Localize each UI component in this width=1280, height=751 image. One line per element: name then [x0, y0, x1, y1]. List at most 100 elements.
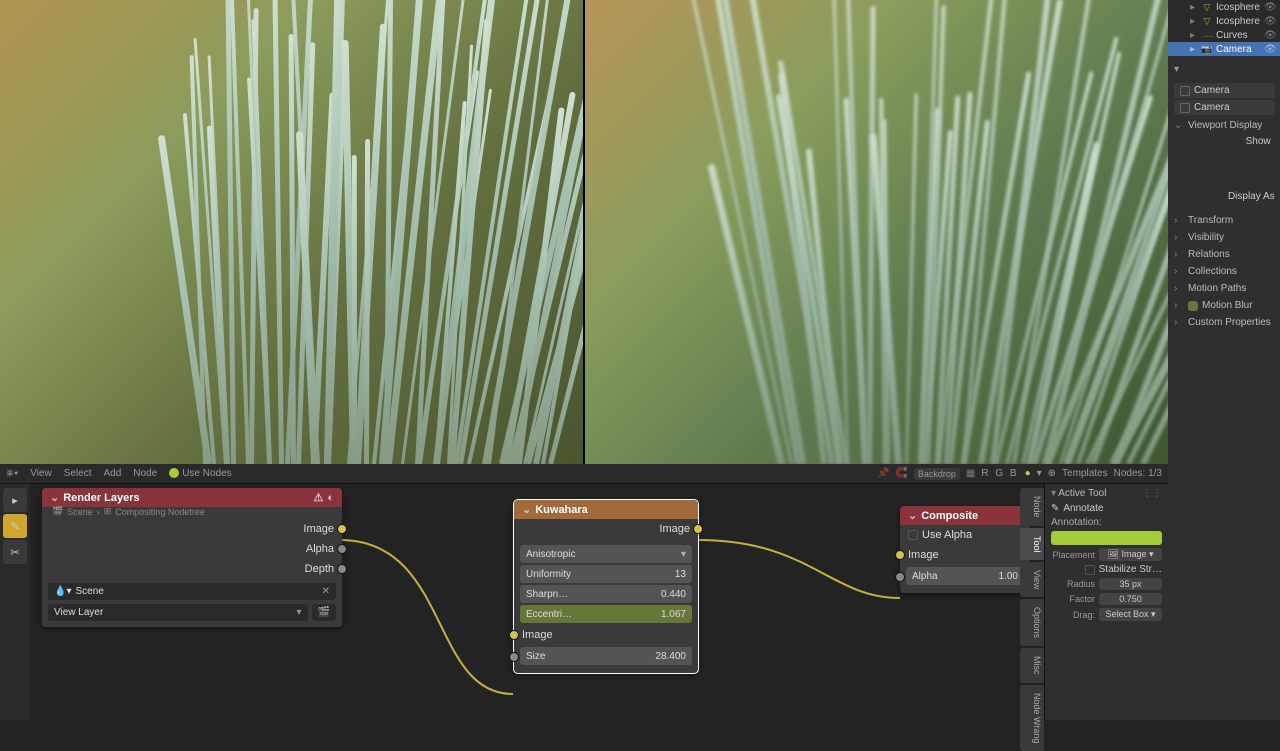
snap-icon[interactable]: 🧲 [895, 468, 907, 479]
use-alpha[interactable]: Use Alpha [900, 525, 1030, 545]
preview-icon[interactable]: ◐ [327, 492, 334, 504]
warning-icon[interactable]: ⚠ [313, 491, 323, 504]
factor-field[interactable]: 0.750 [1099, 593, 1162, 605]
menu-icon[interactable]: ⋮⋮ [1142, 488, 1162, 499]
scissors-icon: ✂ [10, 546, 19, 559]
chevron-down-icon: ⌄ [522, 503, 531, 516]
kuwahara-uniformity[interactable]: Uniformity13 [520, 565, 692, 583]
kuwahara-size[interactable]: Size28.400 [520, 647, 692, 665]
scene-icon: 🎬 [52, 506, 63, 517]
outliner-item[interactable]: ▸᠁Curves👁 [1168, 28, 1280, 42]
tab-misc[interactable]: Misc [1020, 648, 1044, 683]
stabilize-checkbox[interactable] [1085, 565, 1095, 575]
mesh-icon: ▽ [1202, 16, 1212, 26]
mesh-icon: ▽ [1202, 2, 1212, 12]
drag-label: Drag: [1051, 610, 1095, 620]
outliner[interactable]: ▸▽Icosphere👁 ▸▽Icosphere👁 ▸᠁Curves👁 ▸📷Ca… [1168, 0, 1280, 56]
node-composite[interactable]: ⌄ Composite Use Alpha Image Alpha1.00 [900, 506, 1030, 593]
panel-header[interactable]: Active Tool [1058, 488, 1106, 499]
node-header[interactable]: ⌄ Composite [900, 506, 1030, 525]
kuwahara-eccentricity[interactable]: Eccentri…1.067 [520, 605, 692, 623]
outliner-item[interactable]: ▸▽Icosphere👁 [1168, 14, 1280, 28]
camera-datablock-2[interactable]: Camera [1174, 100, 1275, 115]
tab-node[interactable]: Node [1020, 488, 1044, 526]
compositor-icon[interactable]: ⎈▾ [6, 468, 18, 479]
cursor-icon: ▸ [12, 494, 18, 507]
eye-icon[interactable]: 👁 [1264, 44, 1277, 55]
kuwahara-sharpness[interactable]: Sharpn…0.440 [520, 585, 692, 603]
section-visibility[interactable]: ›Visibility [1174, 229, 1275, 246]
viewport-right[interactable] [585, 0, 1168, 464]
properties-panel: ▾ Camera Camera ⌄Viewport Display Show D… [1168, 56, 1280, 720]
node-render-layers[interactable]: ⌄ Render Layers ⚠ ◐ 🎬 Scene › ⊞ Composit… [42, 488, 342, 627]
viewport-split [0, 0, 1168, 464]
node-canvas[interactable]: ⌄ Render Layers ⚠ ◐ 🎬 Scene › ⊞ Composit… [30, 484, 1168, 720]
scene-selector[interactable]: 💧▾ Scene ✕ [48, 583, 336, 600]
menu-node[interactable]: Node [133, 468, 157, 479]
curves-icon: ᠁ [1202, 30, 1212, 40]
pencil-icon: ✎ [1051, 503, 1059, 514]
menu-add[interactable]: Add [104, 468, 122, 479]
outliner-item[interactable]: ▸▽Icosphere👁 [1168, 0, 1280, 14]
pin-icon[interactable]: 📌 [877, 468, 889, 479]
node-editor-toolbar: ▸ ✎ ✂ [0, 484, 30, 720]
placement-dropdown[interactable]: 🖼 Image ▾ [1099, 548, 1162, 561]
node-header[interactable]: ⌄ Render Layers ⚠ ◐ [42, 488, 342, 507]
section-transform[interactable]: ›Transform [1174, 212, 1275, 229]
tool-select[interactable]: ▸ [3, 488, 27, 512]
display-as-label: Display As [1228, 191, 1275, 202]
tab-view[interactable]: View [1020, 562, 1044, 597]
section-custom-properties[interactable]: ›Custom Properties [1174, 314, 1275, 331]
tool-annotate[interactable]: ✎ [3, 514, 27, 538]
input-image: Image [900, 545, 1030, 565]
image-icon: 🖼 [1108, 549, 1119, 559]
tab-node-wrangler[interactable]: Node Wrang [1020, 685, 1044, 751]
sphere-icon[interactable]: ● [1025, 468, 1031, 479]
motion-blur-checkbox[interactable] [1188, 301, 1198, 311]
radius-field[interactable]: 35 px [1099, 578, 1162, 590]
annotation-color[interactable] [1051, 531, 1162, 545]
viewport-left[interactable] [0, 0, 583, 464]
rgba-channels[interactable]: R G B [981, 468, 1018, 479]
eye-icon[interactable]: 👁 [1264, 30, 1277, 41]
node-header[interactable]: ⌄ Kuwahara [514, 500, 698, 519]
section-collections[interactable]: ›Collections [1174, 263, 1275, 280]
clear-icon[interactable]: ✕ [322, 586, 330, 597]
annotation-label: Annotation: [1051, 517, 1162, 528]
node-kuwahara[interactable]: ⌄ Kuwahara Image Anisotropic Uniformity1… [514, 500, 698, 673]
section-motion-blur[interactable]: ›Motion Blur [1174, 297, 1275, 314]
stabilize-label: Stabilize Str… [1099, 564, 1162, 575]
eye-icon[interactable]: 👁 [1264, 2, 1277, 13]
output-image: Image [514, 519, 698, 539]
section-motion-paths[interactable]: ›Motion Paths [1174, 280, 1275, 297]
output-alpha: Alpha [42, 539, 342, 559]
section-relations[interactable]: ›Relations [1174, 246, 1275, 263]
pencil-icon: ✎ [10, 520, 19, 533]
outliner-item-selected[interactable]: ▸📷Camera👁 [1168, 42, 1280, 56]
kuwahara-type[interactable]: Anisotropic [520, 545, 692, 563]
active-tool-panel: ▾ Active Tool⋮⋮ ✎Annotate Annotation: Pl… [1044, 484, 1168, 720]
composite-alpha[interactable]: Alpha1.00 [906, 567, 1024, 585]
use-nodes-checkbox[interactable]: Use Nodes [169, 468, 231, 479]
section-viewport-display[interactable]: ⌄Viewport Display [1174, 117, 1275, 134]
camera-datablock-1[interactable]: Camera [1174, 83, 1275, 98]
nodes-count: Nodes: 1/3 [1114, 468, 1162, 479]
view-layer-selector[interactable]: View Layer ▾ [48, 604, 308, 621]
tab-tool[interactable]: Tool [1020, 528, 1044, 561]
node-editor-header: ⎈▾ View Select Add Node Use Nodes 📌 🧲 Ba… [0, 464, 1168, 484]
tool-links-cut[interactable]: ✂ [3, 540, 27, 564]
menu-view[interactable]: View [30, 468, 52, 479]
menu-select[interactable]: Select [64, 468, 92, 479]
eye-icon[interactable]: 👁 [1264, 16, 1277, 27]
backdrop-toggle[interactable]: Backdrop [914, 468, 960, 480]
render-button[interactable]: 🎬 [312, 604, 336, 621]
backdrop-box-icon[interactable]: ▦ [966, 468, 975, 479]
tab-options[interactable]: Options [1020, 599, 1044, 646]
pivot-icon[interactable]: ⊕ [1048, 468, 1056, 479]
placement-label: Placement [1051, 550, 1095, 560]
props-type-icon[interactable]: ▾ [1174, 64, 1179, 75]
templates-button[interactable]: Templates [1062, 468, 1108, 479]
drag-dropdown[interactable]: Select Box ▾ [1099, 608, 1162, 621]
tool-name: Annotate [1063, 503, 1103, 514]
chevron-down-icon: ⌄ [908, 509, 917, 522]
